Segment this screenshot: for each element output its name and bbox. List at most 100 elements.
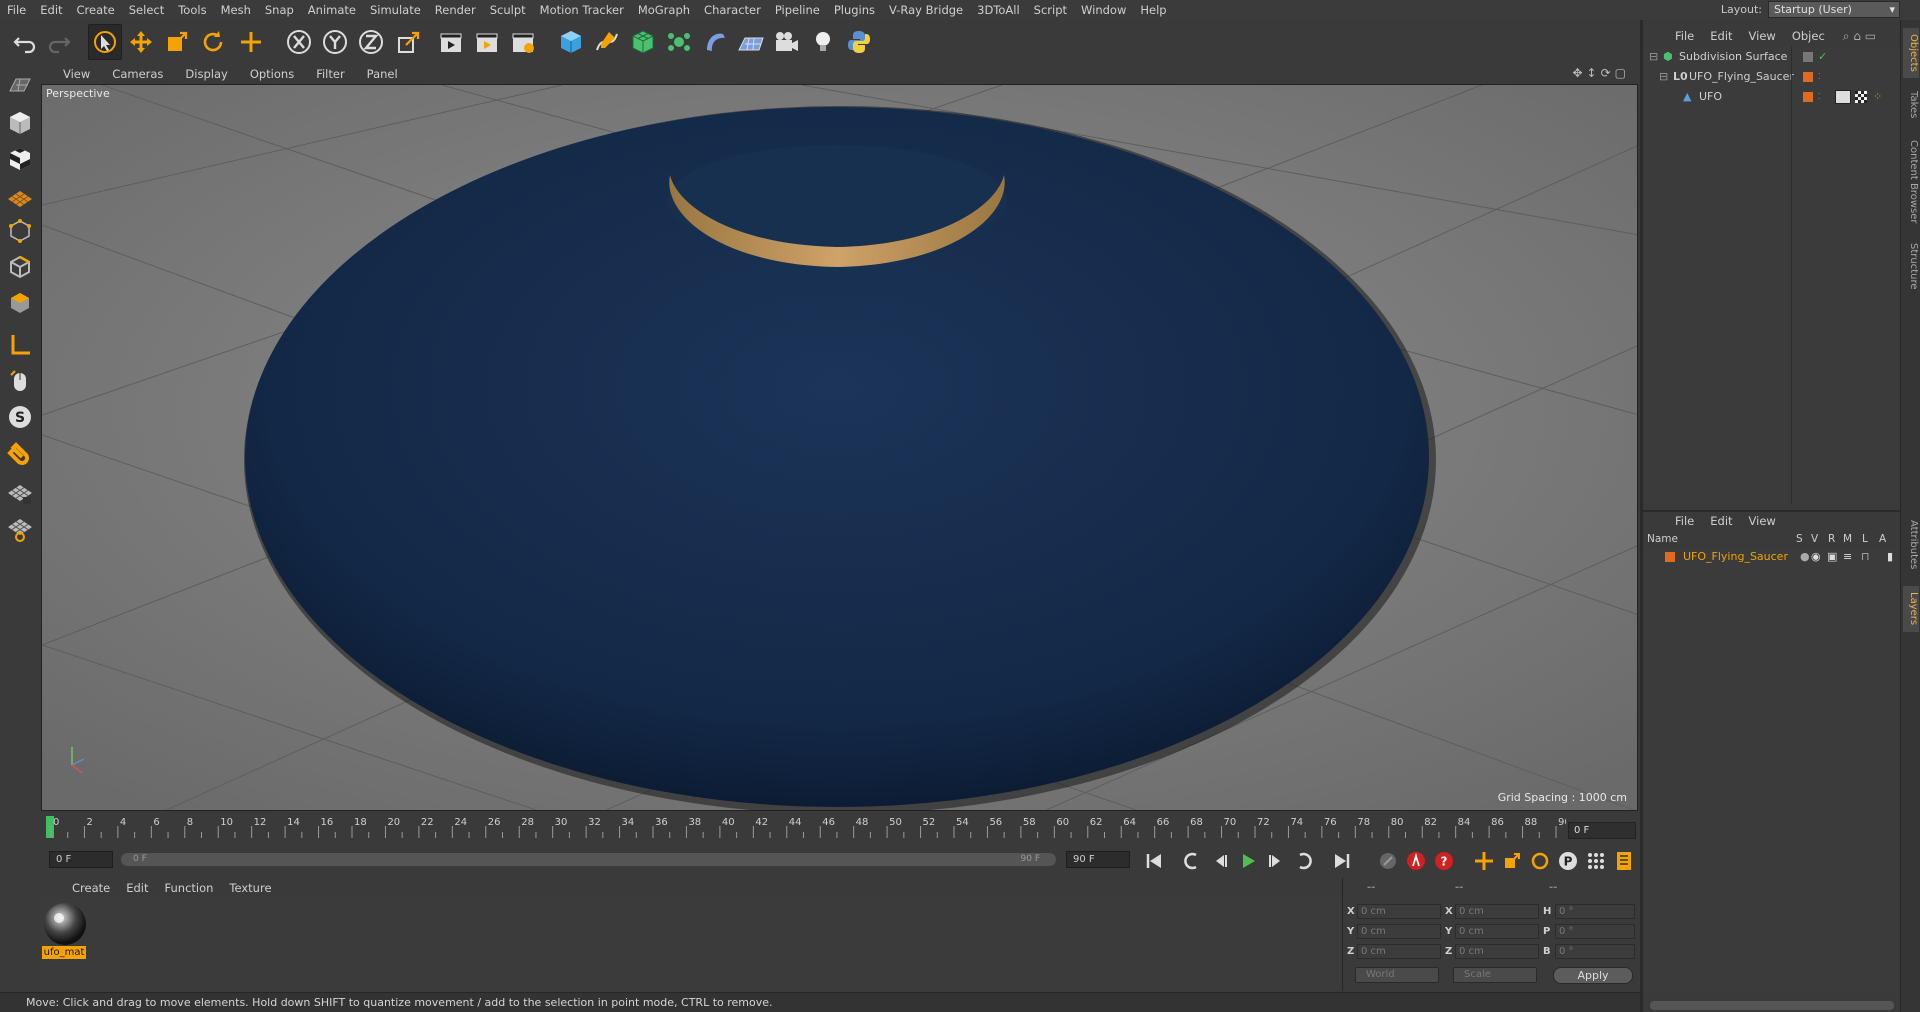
object-manager-list[interactable]: ⊟ ⬢ Subdivision Surface ✓ ⊟ L0 UFO_Flyin… — [1643, 46, 1900, 504]
rotation-p-field[interactable]: 0 ° — [1555, 924, 1635, 939]
add-cube-button[interactable] — [554, 24, 588, 60]
menu-sculpt[interactable]: Sculpt — [483, 3, 533, 17]
menu-motion-tracker[interactable]: Motion Tracker — [533, 3, 631, 17]
layer-col-solo[interactable]: S — [1796, 533, 1803, 545]
add-spline-pen-button[interactable] — [590, 24, 624, 60]
tree-collapse-icon[interactable]: ⊟ — [1659, 68, 1668, 86]
object-name[interactable]: Subdivision Surface — [1679, 48, 1787, 66]
parameter-key-button[interactable]: P — [1555, 848, 1581, 874]
menu-select[interactable]: Select — [122, 3, 171, 17]
layer-menu-view[interactable]: View — [1741, 514, 1784, 528]
layer-name[interactable]: UFO_Flying_Saucer — [1683, 548, 1788, 566]
layer-color-swatch[interactable] — [1665, 552, 1675, 562]
layer-col-manager[interactable]: M — [1843, 533, 1852, 545]
object-name[interactable]: UFO_Flying_Saucer — [1689, 68, 1794, 86]
texture-mode-button[interactable] — [3, 142, 37, 176]
move-tool-button[interactable] — [124, 24, 158, 60]
menu-pipeline[interactable]: Pipeline — [768, 3, 827, 17]
preview-range-slider[interactable]: 0 F 90 F — [121, 853, 1056, 866]
layer-color-swatch[interactable] — [1803, 72, 1813, 82]
viewport-navigation-icons[interactable]: ✥↕⟳▢ — [1572, 66, 1630, 80]
redo-button[interactable] — [42, 24, 76, 60]
material-menu-edit[interactable]: Edit — [118, 881, 156, 895]
layer-horizontal-scrollbar[interactable] — [1650, 1001, 1894, 1010]
eye-icon[interactable]: ◉ — [1811, 548, 1821, 566]
edit-render-settings-button[interactable] — [506, 24, 540, 60]
live-selection-button[interactable] — [88, 24, 122, 60]
python-button[interactable] — [842, 24, 876, 60]
viewport-menu-filter[interactable]: Filter — [305, 67, 355, 81]
menu-mograph[interactable]: MoGraph — [631, 3, 697, 17]
y-axis-button[interactable] — [318, 24, 352, 60]
object-manager-tools-icons[interactable]: ⌕ ⌂ ▭ — [1843, 29, 1876, 44]
object-menu-file[interactable]: File — [1667, 29, 1702, 43]
tab-attributes[interactable]: Attributes — [1903, 510, 1919, 580]
menu-edit[interactable]: Edit — [33, 3, 69, 17]
layer-swatch-empty[interactable] — [1803, 52, 1813, 62]
menu-help[interactable]: Help — [1133, 3, 1173, 17]
layer-color-swatch[interactable] — [1803, 92, 1813, 102]
enabled-check-icon[interactable]: ✓ — [1818, 48, 1827, 66]
add-deformer-button[interactable] — [698, 24, 732, 60]
viewport-menu-cameras[interactable]: Cameras — [101, 67, 174, 81]
rotation-b-field[interactable]: 0 ° — [1555, 944, 1635, 959]
menu-script[interactable]: Script — [1027, 3, 1074, 17]
layout-select[interactable]: Startup (User) — [1768, 1, 1900, 18]
menu-window[interactable]: Window — [1074, 3, 1133, 17]
layer-menu-file[interactable]: File — [1667, 514, 1702, 528]
position-x-field[interactable]: 0 cm — [1357, 904, 1441, 919]
layer-manager-list[interactable]: UFO_Flying_Saucer ● ◉ ▣ ≡ ⊓ ▮ — [1643, 548, 1900, 992]
next-key-button[interactable] — [1291, 848, 1317, 874]
layer-col-visible[interactable]: V — [1811, 533, 1818, 545]
layer-col-render[interactable]: R — [1828, 533, 1835, 545]
viewport-menu-view[interactable]: View — [52, 67, 101, 81]
x-axis-button[interactable] — [282, 24, 316, 60]
go-to-end-button[interactable] — [1329, 848, 1355, 874]
layer-row[interactable]: UFO_Flying_Saucer ● ◉ ▣ ≡ ⊓ ▮ — [1643, 548, 1900, 566]
add-mograph-button[interactable] — [662, 24, 696, 60]
keyframe-selection-button[interactable]: ? — [1431, 848, 1457, 874]
phong-tag-icon[interactable]: ⁘ — [1873, 88, 1882, 106]
planar-workplane-button[interactable] — [3, 512, 37, 546]
add-camera-button[interactable] — [770, 24, 804, 60]
rotate-tool-button[interactable] — [196, 24, 230, 60]
go-to-start-button[interactable] — [1141, 848, 1167, 874]
end-frame-field[interactable]: 90 F — [1066, 851, 1130, 868]
material-tag-icon[interactable] — [1835, 90, 1851, 104]
size-mode-dropdown[interactable]: Scale — [1453, 967, 1537, 983]
object-menu-edit[interactable]: Edit — [1702, 29, 1740, 43]
uvw-tag-icon[interactable] — [1855, 91, 1867, 103]
menu-tools[interactable]: Tools — [171, 3, 213, 17]
menu-character[interactable]: Character — [697, 3, 768, 17]
manager-icon[interactable]: ≡ — [1843, 548, 1852, 566]
perspective-viewport[interactable]: Perspective Grid Spacing : 1000 cm — [41, 84, 1638, 811]
rotation-key-button[interactable] — [1527, 848, 1553, 874]
tweak-mode-button[interactable] — [3, 364, 37, 398]
size-y-field[interactable]: 0 cm — [1455, 924, 1539, 939]
material-name-label[interactable]: ufo_mat — [42, 946, 86, 959]
material-menu-create[interactable]: Create — [64, 881, 118, 895]
locked-workplane-button[interactable] — [3, 476, 37, 510]
menu-mesh[interactable]: Mesh — [214, 3, 258, 17]
apply-button[interactable]: Apply — [1553, 967, 1633, 984]
magnet-button[interactable] — [3, 438, 37, 472]
make-editable-button[interactable] — [3, 68, 37, 102]
scale-key-button[interactable] — [1499, 848, 1525, 874]
viewport-menu-panel[interactable]: Panel — [356, 67, 409, 81]
object-row-subdivision-surface[interactable]: ⊟ ⬢ Subdivision Surface ✓ — [1643, 48, 1900, 66]
timeline-ruler[interactable]: 0 2 4 6 8 10 12 14 16 18 20 22 24 26 28 30 32 34 36 38 40 42 4… — [41, 814, 1638, 840]
previous-key-button[interactable] — [1179, 848, 1205, 874]
layer-col-name[interactable]: Name — [1647, 533, 1678, 545]
tree-collapse-icon[interactable]: ⊟ — [1649, 48, 1658, 66]
position-z-field[interactable]: 0 cm — [1357, 944, 1441, 959]
object-row-ufo[interactable]: ▲ UFO ⁚ ⁘ — [1643, 88, 1900, 106]
position-key-button[interactable] — [1471, 848, 1497, 874]
size-x-field[interactable]: 0 cm — [1455, 904, 1539, 919]
workplane-button[interactable] — [3, 178, 37, 212]
animation-icon[interactable]: ▮ — [1887, 548, 1893, 566]
coordinate-mode-dropdown[interactable]: World — [1355, 967, 1439, 983]
visibility-dots-icon[interactable]: ⁚ — [1818, 88, 1821, 106]
polygon-mode-button[interactable] — [3, 286, 37, 320]
snapping-button[interactable]: S — [3, 400, 37, 434]
render-icon[interactable]: ▣ — [1827, 548, 1837, 566]
